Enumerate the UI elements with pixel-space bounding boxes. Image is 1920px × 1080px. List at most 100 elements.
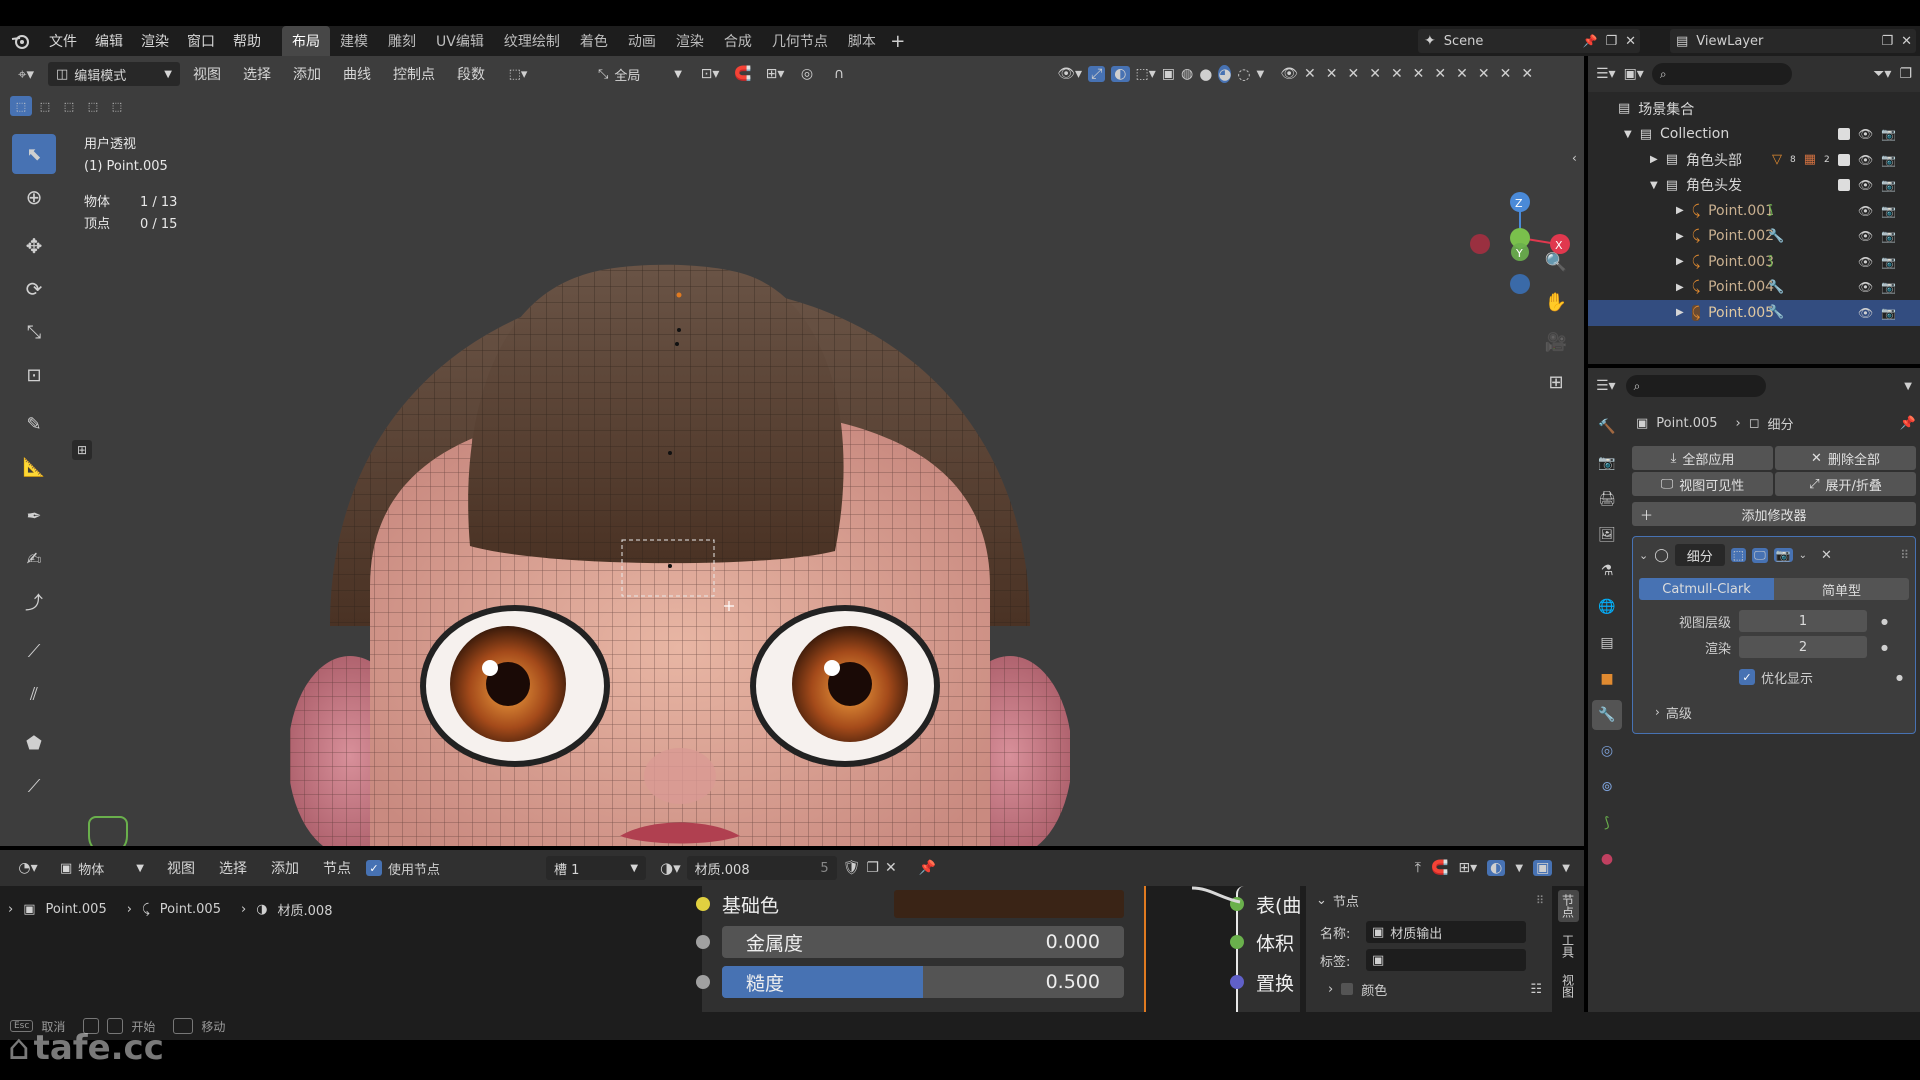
scene-selector[interactable]: ✦ Scene 📌 ❐ ✕ <box>1418 29 1640 53</box>
checkbox-icon[interactable] <box>1341 983 1354 995</box>
expand-arrow-icon[interactable]: ▶ <box>1676 205 1684 216</box>
camera-view-icon[interactable]: 🎥 <box>1540 326 1572 358</box>
slot-dropdown[interactable]: 槽 1 ▼ <box>546 856 647 880</box>
shading-options-icon[interactable]: ▼ <box>1257 69 1265 80</box>
viewport-toggle-icon[interactable]: 🖵 <box>1752 547 1768 563</box>
chevron-down-icon[interactable]: ⌄ <box>1799 550 1807 561</box>
select-subtract-icon[interactable]: ⬚ <box>58 96 80 116</box>
list-icon[interactable]: ☷ <box>1530 982 1552 997</box>
shortcut-cross-icon[interactable]: ✕ <box>1304 66 1316 82</box>
shortcut-cross-icon[interactable]: ✕ <box>1347 66 1359 82</box>
properties-editor-icon[interactable]: ☰▾ <box>1596 378 1616 394</box>
keyframe-dot-icon[interactable]: ● <box>1881 643 1888 652</box>
eye-icon[interactable]: 👁 <box>1858 153 1873 167</box>
camera-icon[interactable]: 📷 <box>1881 255 1896 269</box>
tool-transform[interactable]: ⊡ <box>12 355 56 395</box>
parent-node-tree-icon[interactable]: ⤒ <box>1415 860 1421 876</box>
tool-pen[interactable]: ✍ <box>12 539 56 579</box>
optimal-display-row[interactable]: ✓ 优化显示 ● <box>1639 665 1909 689</box>
shortcut-cross-icon[interactable]: ✕ <box>1369 66 1381 82</box>
blender-logo-icon[interactable] <box>0 32 40 50</box>
tool-move[interactable]: ✥ <box>12 226 56 266</box>
expand-arrow-icon[interactable]: ▶ <box>1650 154 1658 165</box>
pan-hand-icon[interactable]: ✋ <box>1540 286 1572 318</box>
chevron-down-icon[interactable]: ▼ <box>1562 863 1570 874</box>
pin-icon[interactable]: 📌 <box>919 860 936 876</box>
material-sphere-icon[interactable]: ◑▾ <box>660 859 681 877</box>
shader-menu-add[interactable]: 添加 <box>262 858 308 878</box>
socket-grey-icon[interactable] <box>696 975 710 989</box>
close-icon[interactable]: ✕ <box>1821 548 1832 563</box>
toolbar-collapse-icon[interactable]: ⊞ <box>72 440 92 460</box>
advanced-subpanel[interactable]: › 高级 <box>1639 701 1909 723</box>
camera-icon[interactable]: 📷 <box>1881 153 1896 167</box>
node-editor-icon[interactable]: ◔▾ <box>10 860 46 876</box>
tab-layout[interactable]: 布局 <box>282 26 330 56</box>
shortcut-cross-icon[interactable]: ✕ <box>1456 66 1468 82</box>
add-workspace-icon[interactable]: + <box>886 31 910 52</box>
pivot-icon[interactable]: ⊡▾ <box>694 66 726 82</box>
shader-menu-select[interactable]: 选择 <box>210 858 256 878</box>
eye-icon[interactable]: 👁 <box>1858 127 1873 141</box>
menu-window[interactable]: 窗口 <box>178 31 224 51</box>
socket-green-icon[interactable] <box>1230 935 1244 949</box>
gizmo-toggle-icon[interactable]: ⤢ <box>1088 66 1106 82</box>
sidebar-tab-tool[interactable]: 工具 <box>1558 930 1579 962</box>
eye-icon[interactable]: 👁 <box>1858 306 1873 320</box>
breadcrumb-curve[interactable]: Point.005 <box>160 902 221 917</box>
select-invert-icon[interactable]: ⬚ <box>82 96 104 116</box>
tool-measure[interactable]: 📐 <box>12 447 56 487</box>
tab-scripting[interactable]: 脚本 <box>838 26 886 56</box>
checkbox-checked-icon[interactable]: ✓ <box>1739 669 1755 685</box>
render-levels-field[interactable]: 2 <box>1739 636 1867 658</box>
tool-scale[interactable]: ⤡ <box>12 312 56 352</box>
chevron-down-icon[interactable]: ▼ <box>1515 863 1523 874</box>
snap-icon[interactable]: 🧲 <box>730 66 756 82</box>
eye-icon[interactable]: 👁 <box>1858 255 1873 269</box>
select-extend-icon[interactable]: ⬚ <box>34 96 56 116</box>
levels-viewport-field[interactable]: 1 <box>1739 610 1867 632</box>
falloff-icon[interactable]: ∩ <box>824 66 854 82</box>
xray-icon[interactable]: ▣ <box>1162 66 1175 82</box>
chevron-down-icon[interactable]: ▼ <box>1904 381 1912 392</box>
tool-tab-icon[interactable]: 🔨 <box>1598 412 1615 442</box>
eye-icon[interactable]: 👁 <box>1858 204 1873 218</box>
vp-menu-add[interactable]: 添加 <box>284 64 330 84</box>
material-tab-icon[interactable]: ● <box>1601 844 1613 874</box>
remove-viewlayer-icon[interactable]: ✕ <box>1901 34 1916 49</box>
shortcut-cross-icon[interactable]: ✕ <box>1478 66 1490 82</box>
camera-icon[interactable]: 📷 <box>1881 204 1896 218</box>
modifier-name-field[interactable]: 细分 <box>1674 544 1725 566</box>
tool-annotate[interactable]: ✎ <box>12 404 56 444</box>
proportional-edit-icon[interactable]: ◎ <box>794 66 820 82</box>
visibility-toggle-icon[interactable]: 👁▾ <box>1057 66 1082 82</box>
particles-tab-icon[interactable]: ◎ <box>1601 736 1613 766</box>
select-intersect-icon[interactable]: ⬚ <box>106 96 128 116</box>
base-color-swatch[interactable] <box>894 890 1124 918</box>
solid-shading-icon[interactable]: ● <box>1199 65 1212 83</box>
new-collection-icon[interactable]: ❐ <box>1899 66 1912 82</box>
view-layer-tab-icon[interactable]: 🖼 <box>1598 520 1616 550</box>
socket-yellow-icon[interactable] <box>696 897 710 911</box>
camera-icon[interactable]: 📷 <box>1881 178 1896 192</box>
menu-file[interactable]: 文件 <box>40 31 86 51</box>
eye-icon[interactable]: 👁 <box>1280 66 1298 82</box>
filter-icon[interactable]: ⏷▾ <box>1873 66 1891 82</box>
collection-tab-icon[interactable]: ▤ <box>1600 628 1613 658</box>
properties-search[interactable]: ⌕ <box>1625 375 1766 397</box>
camera-icon[interactable]: 📷 <box>1881 229 1896 243</box>
shader-menu-node[interactable]: 节点 <box>314 858 360 878</box>
fake-user-icon[interactable]: 🛡 <box>843 860 861 876</box>
vp-menu-curve[interactable]: 曲线 <box>334 64 380 84</box>
tab-geometry-nodes[interactable]: 几何节点 <box>762 26 838 56</box>
vp-menu-segments[interactable]: 段数 <box>448 64 494 84</box>
remove-scene-icon[interactable]: ✕ <box>1625 34 1640 49</box>
vp-menu-view[interactable]: 视图 <box>184 64 230 84</box>
sidebar-tab-view[interactable]: 视图 <box>1558 970 1579 1002</box>
mode-dropdown[interactable]: ◫ 编辑模式 ▼ <box>48 62 180 86</box>
snap-grid-icon[interactable]: ⊞▾ <box>1458 860 1477 876</box>
snap-target-icon[interactable]: ⊞▾ <box>760 66 790 82</box>
tool-select-box[interactable]: ⬉ <box>12 134 56 174</box>
ortho-grid-icon[interactable]: ⊞ <box>1540 366 1572 398</box>
metallic-slider[interactable]: 金属度 0.000 <box>722 926 1124 958</box>
